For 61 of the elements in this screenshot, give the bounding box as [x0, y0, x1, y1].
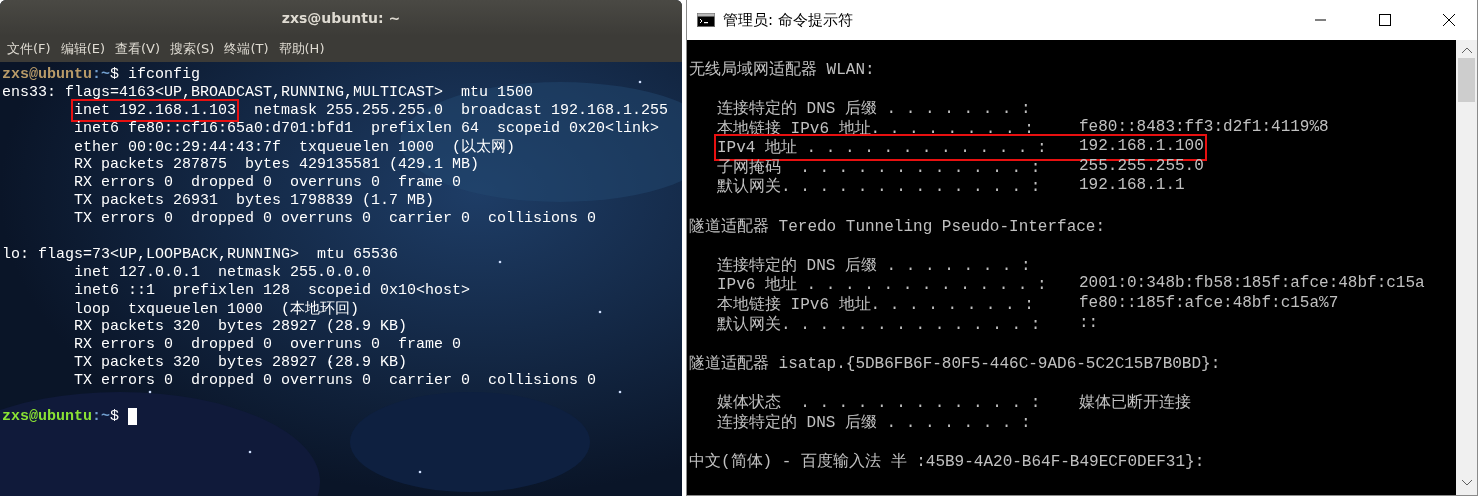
maximize-icon: [1379, 14, 1391, 26]
menu-item[interactable]: 文件(F): [2, 40, 56, 58]
section-heading: 中文(简体) - 百度输入法 半 :45B9-4A20-B64F-B49ECF0DEF31}:: [689, 451, 1205, 472]
output-text: TX errors 0 dropped 0 overruns 0 carrier 0 collisions 0: [74, 371, 597, 389]
field-label: 子网掩码 . . . . . . . . . . . . :: [717, 157, 1042, 177]
field-label: 媒体状态 . . . . . . . . . . . . :: [717, 392, 1042, 413]
field-value: 255.255.255.0: [1079, 156, 1204, 177]
console-icon: [697, 13, 715, 27]
field-label: 默认网关. . . . . . . . . . . . . :: [717, 314, 1042, 335]
output-text: inet6 fe80::cf16:65a0:d701:bfd1 prefixlen 64 scopeid 0x20<link>: [74, 119, 660, 137]
command-text: ifconfig: [127, 65, 201, 83]
prompt-user: zxs@ubuntu: [2, 407, 92, 425]
menu-item[interactable]: 搜索(S): [165, 40, 220, 58]
field-label: 本地链接 IPv6 地址. . . . . . . . :: [717, 295, 1035, 315]
output-text: inet 127.0.0.1 netmask 255.0.0.0: [74, 263, 372, 281]
highlighted-text: inet 192.168.1.103: [74, 101, 237, 119]
output-text: netmask 255.255.255.0 broadcast 192.168.1.255: [253, 101, 669, 119]
output-text: inet6 ::1 prefixlen 128 scopeid 0x10<host>: [74, 281, 471, 299]
section-heading: 无线局域网适配器 WLAN:: [689, 59, 875, 80]
field-value: 192.168.1.1: [1079, 176, 1185, 197]
window-title: zxs@ubuntu: ~: [281, 10, 401, 26]
field-value: 2001:0:348b:fb58:185f:afce:48bf:c15a: [1079, 274, 1425, 295]
output-text: ens33: flags=4163<UP,BROADCAST,RUNNING,MULTICAST> mtu 1500: [2, 83, 534, 101]
field-label: IPv4 地址 . . . . . . . . . . . . :: [717, 138, 1048, 159]
scroll-up-icon[interactable]: [1460, 46, 1473, 54]
field-value: fe80::185f:afce:48bf:c15a%7: [1079, 294, 1339, 314]
field-value: 192.168.1.100: [1079, 137, 1204, 158]
output-text: TX packets 320 bytes 28927 (28.9 KB): [74, 353, 408, 371]
output-text: RX packets 287875 bytes 429135581 (429.1 MB): [74, 155, 480, 173]
field-label: 连接特定的 DNS 后缀 . . . . . . . :: [717, 255, 1032, 276]
field-value: ::: [1079, 313, 1099, 334]
field-label: IPv6 地址 . . . . . . . . . . . . :: [717, 275, 1048, 296]
section-heading: 隧道适配器 isatap.{5DB6FB6F-80F5-446C-9AD6-5C2C15B7B0BD}:: [689, 353, 1221, 374]
field-label: 连接特定的 DNS 后缀 . . . . . . . :: [717, 99, 1032, 120]
section-heading: 隧道适配器 Teredo Tunneling Pseudo-Interface:: [689, 216, 1106, 237]
output-text: RX errors 0 dropped 0 overruns 0 frame 0: [74, 335, 462, 353]
output-text: lo: flags=73<UP,LOOPBACK,RUNNING> mtu 65536: [2, 245, 399, 263]
output-text: RX packets 320 bytes 28927 (28.9 KB): [74, 317, 408, 335]
prompt-path: :~: [92, 65, 111, 83]
close-icon: [1443, 14, 1455, 26]
prompt-symbol: $: [110, 65, 120, 83]
output-text: loop txqueuelen 1000 (本地环回): [74, 299, 360, 318]
field-label: 连接特定的 DNS 后缀 . . . . . . . :: [717, 412, 1032, 433]
prompt-symbol: $: [110, 407, 120, 425]
window-title: 管理员: 命令提示符: [723, 10, 854, 30]
menu-item[interactable]: 编辑(E): [55, 40, 110, 58]
scrollbar[interactable]: [1456, 40, 1477, 495]
output-text: ether 00:0c:29:44:43:7f txqueuelen 1000 (以太网): [74, 137, 516, 156]
scroll-down-icon[interactable]: [1460, 479, 1473, 487]
menu-item[interactable]: 查看(V): [110, 40, 166, 58]
prompt-path: :~: [92, 407, 111, 425]
menu-item[interactable]: 终端(T): [219, 40, 274, 58]
output-text: TX packets 26931 bytes 1798839 (1.7 MB): [74, 191, 435, 209]
menu-item[interactable]: 帮助(H): [273, 40, 330, 58]
field-value: fe80::8483:ff3:d2f1:4119%8: [1079, 117, 1329, 138]
field-value: 媒体已断开连接: [1079, 392, 1191, 413]
output-text: RX errors 0 dropped 0 overruns 0 frame 0: [74, 173, 462, 191]
output-text: TX errors 0 dropped 0 overruns 0 carrier 0 collisions 0: [74, 209, 597, 227]
scroll-thumb[interactable]: [1458, 58, 1475, 102]
field-label: 默认网关. . . . . . . . . . . . . :: [717, 176, 1042, 198]
prompt-user: zxs@ubuntu: [2, 65, 92, 83]
